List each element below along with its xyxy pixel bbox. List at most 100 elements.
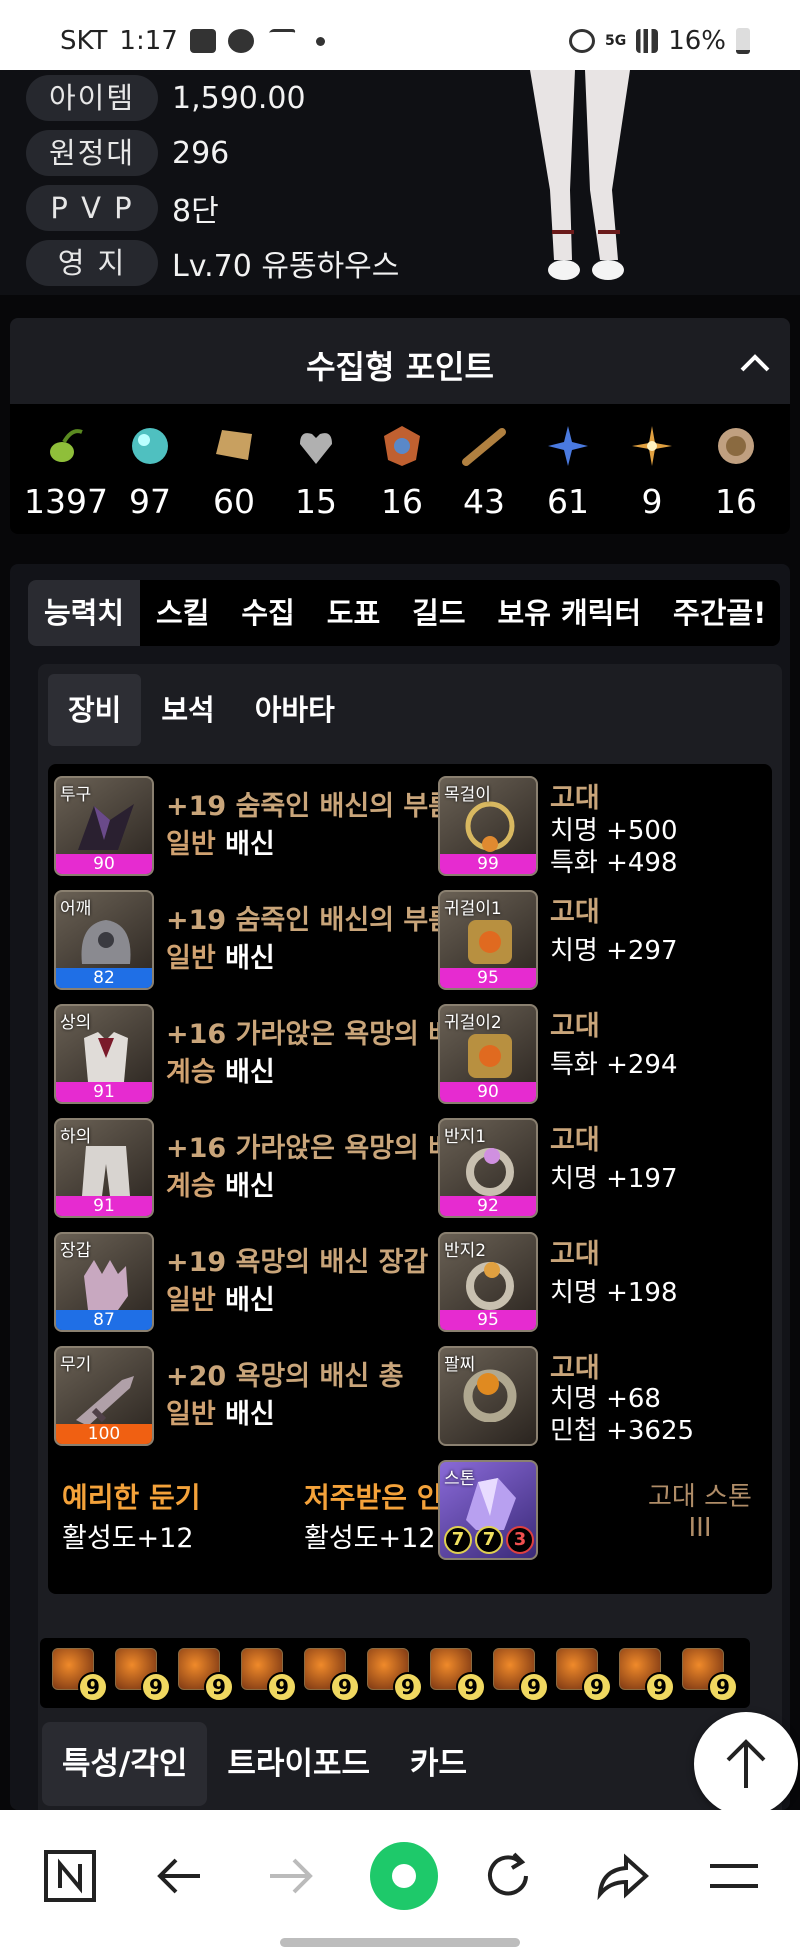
chevron-up-icon[interactable]: [738, 346, 772, 380]
bracelet-effect-name: 예리한 둔기: [62, 1481, 201, 1514]
collection-count: 16: [381, 482, 423, 521]
equipment-slot-gloves[interactable]: 장갑 87: [54, 1232, 154, 1332]
tab-skills[interactable]: 스킬: [140, 580, 225, 646]
item-tier: 계승: [166, 1171, 216, 1202]
item-set: 일반 배신: [166, 822, 275, 861]
talk-notification-icon: [227, 29, 254, 53]
earring-icon: [468, 920, 512, 964]
battery-percent: 16%: [668, 26, 726, 56]
tab-stats[interactable]: 능력치: [28, 580, 141, 646]
slot-label: 팔찌: [444, 1355, 476, 1375]
status-bar: SKT 1:17 5G 16%: [0, 0, 800, 70]
slot-label: 하의: [60, 1127, 92, 1147]
gem-item[interactable]: 9: [113, 1646, 171, 1702]
quality-bar: 95: [440, 1310, 536, 1330]
refresh-icon[interactable]: [478, 1846, 538, 1906]
equipment-slot-weapon[interactable]: 무기 100: [54, 1346, 154, 1446]
collection-count: 43: [463, 482, 505, 521]
accessory-slot-earring1[interactable]: 귀걸이1 95: [438, 890, 538, 990]
slot-label: 스톤: [444, 1469, 476, 1489]
gem-level: 9: [393, 1672, 423, 1702]
accessory-slot-necklace[interactable]: 목걸이 99: [438, 776, 538, 876]
gun-icon: [76, 1376, 134, 1426]
gem-item[interactable]: 9: [554, 1646, 612, 1702]
forward-icon[interactable]: [260, 1846, 320, 1906]
collection-count: 15: [295, 482, 337, 521]
gem-level: 9: [456, 1672, 486, 1702]
accessory-slot-ring1[interactable]: 반지1 92: [438, 1118, 538, 1218]
tab-engravings[interactable]: 특성/각인: [42, 1722, 208, 1806]
tab-cards[interactable]: 카드: [390, 1722, 487, 1806]
accessory-slot-ring2[interactable]: 반지2 95: [438, 1232, 538, 1332]
profile-label: P V P: [26, 185, 158, 231]
quality-bar: 90: [56, 854, 152, 874]
tab-tripods[interactable]: 트라이포드: [207, 1722, 390, 1806]
gem-item[interactable]: 9: [491, 1646, 549, 1702]
collection-header[interactable]: 수집형 포인트: [10, 318, 790, 404]
quality-bar: 91: [56, 1082, 152, 1102]
item-set-name: 배신: [225, 943, 275, 974]
sun-star-icon: [632, 426, 672, 466]
slot-label: 목걸이: [444, 785, 491, 805]
item-tier: 일반: [166, 829, 216, 860]
subtab-equipment[interactable]: 장비: [48, 674, 142, 746]
carrier-label: SKT: [60, 26, 108, 56]
gem-row: 9 9 9 9 9 9 9 9 9 9 9: [40, 1638, 750, 1708]
subtab-avatar[interactable]: 아바타: [235, 674, 355, 746]
tab-chart[interactable]: 도표: [311, 580, 396, 646]
quality-bar: 95: [440, 968, 536, 988]
equipment-slot-shoulder[interactable]: 어깨 82: [54, 890, 154, 990]
ability-stone-slot[interactable]: 스톤 7 7 3: [438, 1460, 538, 1560]
profile-panel: 아이템 1,590.00 원정대 296 P V P 8단 영 지 Lv.70 …: [0, 70, 800, 295]
collection-count: 60: [213, 482, 255, 521]
scroll-to-top-button[interactable]: [694, 1712, 798, 1810]
app-content[interactable]: 아이템 1,590.00 원정대 296 P V P 8단 영 지 Lv.70 …: [0, 70, 800, 1810]
n-logo-icon[interactable]: [40, 1846, 100, 1906]
gem-item[interactable]: 9: [50, 1646, 108, 1702]
home-green-icon[interactable]: [364, 1836, 444, 1916]
profile-row-pvp: P V P 8단: [26, 185, 219, 231]
slot-label: 무기: [60, 1355, 92, 1375]
gem-item[interactable]: 9: [428, 1646, 486, 1702]
item-set-name: 배신: [225, 1399, 275, 1430]
profile-value: 296: [172, 135, 230, 171]
earring-icon: [468, 1034, 512, 1078]
tab-collection[interactable]: 수집: [225, 580, 310, 646]
gem-item[interactable]: 9: [617, 1646, 675, 1702]
collection-count: 9: [641, 482, 663, 521]
share-icon[interactable]: [592, 1846, 652, 1906]
tab-owned-characters[interactable]: 보유 캐릭터: [482, 580, 658, 646]
stone-level-badge: 3: [506, 1526, 534, 1554]
profile-label: 원정대: [26, 130, 158, 176]
item-set-name: 배신: [225, 1057, 275, 1088]
tab-guild[interactable]: 길드: [396, 580, 481, 646]
equipment-panel: 투구 90 +19 숨죽인 배신의 부름 모자 일반 배신 어깨 82 +19 …: [48, 764, 772, 1594]
gem-item[interactable]: 9: [680, 1646, 738, 1702]
item-set: 계승 배신: [166, 1050, 275, 1089]
accessory-slot-bracelet[interactable]: 팔찌: [438, 1346, 538, 1446]
gem-item[interactable]: 9: [302, 1646, 360, 1702]
equipment-slot-chest[interactable]: 상의 91: [54, 1004, 154, 1104]
item-set-name: 배신: [225, 1285, 275, 1316]
tab-weekly-gold[interactable]: 주간골!: [657, 580, 780, 646]
menu-icon[interactable]: [704, 1846, 764, 1906]
back-icon[interactable]: [150, 1846, 210, 1906]
ignea-token-icon: [384, 426, 420, 466]
accessory-stat: 치명 +297: [550, 936, 678, 966]
item-set: 일반 배신: [166, 936, 275, 975]
equipment-slot-pants[interactable]: 하의 91: [54, 1118, 154, 1218]
accessory-slot-earring2[interactable]: 귀걸이2 90: [438, 1004, 538, 1104]
subtab-gems[interactable]: 보석: [141, 674, 234, 746]
leaf-star-icon: [548, 426, 588, 466]
gem-item[interactable]: 9: [176, 1646, 234, 1702]
item-tier: 일반: [166, 1399, 216, 1430]
slot-label: 장갑: [60, 1241, 92, 1261]
gem-item[interactable]: 9: [239, 1646, 297, 1702]
gem-item[interactable]: 9: [365, 1646, 423, 1702]
slot-label: 반지1: [444, 1127, 487, 1147]
quality-bar: 100: [56, 1424, 152, 1444]
profile-label: 영 지: [26, 240, 158, 286]
equipment-slot-helmet[interactable]: 투구 90: [54, 776, 154, 876]
item-tier: 일반: [166, 943, 216, 974]
gem-level: 9: [708, 1672, 738, 1702]
